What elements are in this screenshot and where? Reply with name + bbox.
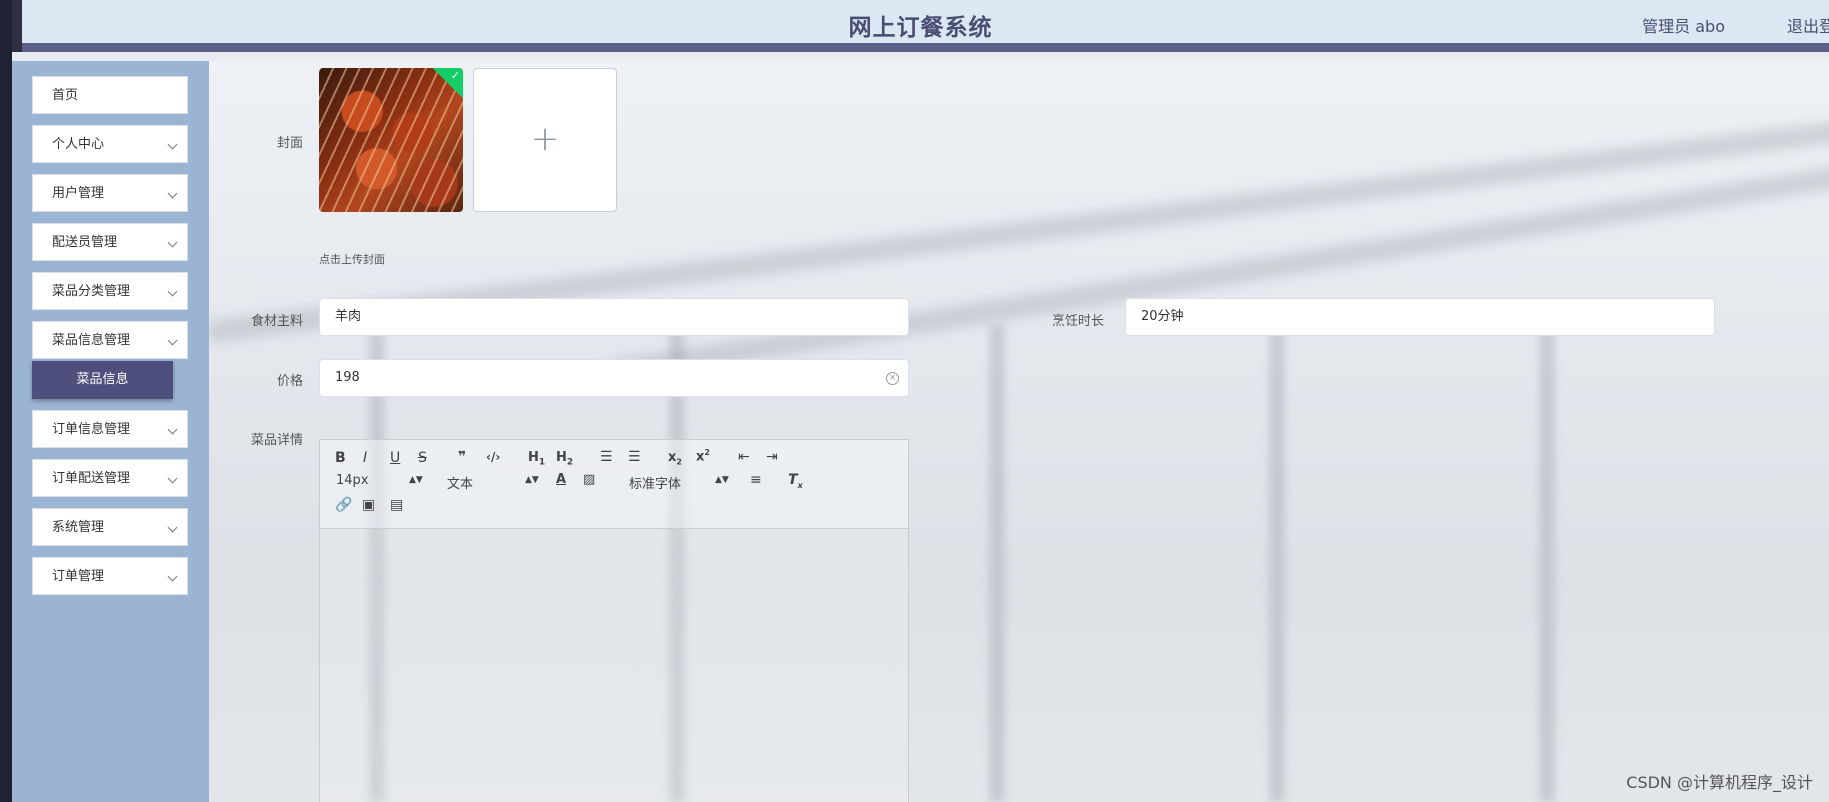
sidebar-item-dish-category-management[interactable]: 菜品分类管理 xyxy=(32,272,188,310)
sidebar-item-label: 订单配送管理 xyxy=(52,471,131,486)
sidebar-item-personal-center[interactable]: 个人中心 xyxy=(32,125,188,163)
video-icon[interactable]: ▤ xyxy=(390,497,403,513)
clear-format-icon[interactable]: Tx xyxy=(788,472,803,490)
sidebar-item-courier-management[interactable]: 配送员管理 xyxy=(32,223,188,261)
font-size-value: 14px xyxy=(336,473,369,488)
chevron-down-icon xyxy=(167,424,178,435)
ordered-list-icon[interactable]: ☰ xyxy=(600,449,613,465)
cover-image[interactable]: ✓ xyxy=(319,68,463,212)
sidebar-item-label: 订单信息管理 xyxy=(52,422,131,437)
sidebar-item-order-management[interactable]: 订单管理 xyxy=(32,557,188,595)
price-label: 价格 xyxy=(276,374,303,389)
link-icon[interactable]: 🔗 xyxy=(335,497,352,513)
left-edge-bar xyxy=(0,0,12,802)
font-family-value: 标准字体 xyxy=(629,477,682,492)
upload-cover-button[interactable]: + xyxy=(473,68,617,212)
chevron-down-icon xyxy=(167,188,178,199)
paragraph-select[interactable]: 文本 ▲▼ xyxy=(447,473,539,492)
heading2-icon[interactable]: H2 xyxy=(556,450,573,468)
sidebar: 首页 个人中心 用户管理 配送员管理 菜品分类管理 菜品信息管理 菜品信息 订单… xyxy=(12,61,209,802)
background-post xyxy=(1269,326,1285,802)
sidebar-item-home[interactable]: 首页 xyxy=(32,76,188,114)
sidebar-item-label: 系统管理 xyxy=(52,520,105,535)
sidebar-item-label: 首页 xyxy=(52,88,79,103)
select-arrow-icon: ▲▼ xyxy=(715,475,729,485)
select-arrow-icon: ▲▼ xyxy=(525,475,539,485)
image-icon[interactable]: ▣ xyxy=(362,497,375,513)
code-block-icon[interactable]: ‹/› xyxy=(486,450,500,464)
logout-link[interactable]: 退出登 xyxy=(1787,13,1829,37)
ingredient-input[interactable]: 羊肉 xyxy=(319,298,909,336)
sidebar-item-dish-info-management[interactable]: 菜品信息管理 xyxy=(32,321,188,359)
subscript-icon[interactable]: x2 xyxy=(668,450,682,467)
chevron-down-icon xyxy=(167,335,178,346)
chevron-down-icon xyxy=(167,522,178,533)
chevron-down-icon xyxy=(167,286,178,297)
superscript-icon[interactable]: x2 xyxy=(696,448,710,464)
background-post xyxy=(989,326,1005,802)
price-input-value: 198 xyxy=(335,370,360,385)
align-icon[interactable]: ≡ xyxy=(750,472,762,488)
cover-label: 封面 xyxy=(276,136,303,151)
background-post xyxy=(1539,326,1555,802)
rich-text-editor: B I U S ❞ ‹/› H1 H2 ☰ ☰ x2 x2 ⇤ ⇥ 14px ▲▼… xyxy=(319,439,909,802)
check-icon: ✓ xyxy=(450,69,460,82)
sidebar-item-order-info-management[interactable]: 订单信息管理 xyxy=(32,410,188,448)
chevron-down-icon xyxy=(167,473,178,484)
sidebar-item-label: 订单管理 xyxy=(52,569,105,584)
underline-icon[interactable]: U xyxy=(390,450,400,466)
font-family-select[interactable]: 标准字体 ▲▼ xyxy=(629,473,729,492)
current-user: 管理员 abo xyxy=(1642,17,1725,36)
font-color-icon[interactable]: A xyxy=(556,472,566,487)
paragraph-value: 文本 xyxy=(447,477,474,492)
price-input[interactable]: 198 × xyxy=(319,359,909,397)
submenu-item-dish-info[interactable]: 菜品信息 xyxy=(32,361,173,399)
font-size-select[interactable]: 14px ▲▼ xyxy=(336,473,423,488)
ingredient-label: 食材主料 xyxy=(250,314,303,329)
upload-hint: 点击上传封面 xyxy=(319,253,385,266)
sidebar-item-label: 菜品信息管理 xyxy=(52,333,131,348)
watermark: CSDN @计算机程序_设计 xyxy=(1626,773,1813,792)
chevron-down-icon xyxy=(167,237,178,248)
sidebar-item-label: 配送员管理 xyxy=(52,235,118,250)
clear-icon[interactable]: × xyxy=(886,372,899,385)
sidebar-item-label: 个人中心 xyxy=(52,137,105,152)
bullet-list-icon[interactable]: ☰ xyxy=(628,449,641,465)
cook-time-input[interactable]: 20分钟 xyxy=(1125,298,1715,336)
chevron-down-icon xyxy=(167,139,178,150)
top-header: 网上订餐系统 管理员 abo 退出登 xyxy=(12,0,1829,52)
sidebar-item-order-delivery-management[interactable]: 订单配送管理 xyxy=(32,459,188,497)
blockquote-icon[interactable]: ❞ xyxy=(458,449,466,465)
main-content: 封面 ✓ + 点击上传封面 食材主料 羊肉 烹饪时长 20分钟 价格 198 ×… xyxy=(209,61,1829,802)
bold-icon[interactable]: B xyxy=(335,450,346,466)
sidebar-item-system-management[interactable]: 系统管理 xyxy=(32,508,188,546)
chevron-down-icon xyxy=(167,571,178,582)
select-arrow-icon: ▲▼ xyxy=(409,475,423,485)
italic-icon[interactable]: I xyxy=(363,450,367,466)
editor-toolbar: B I U S ❞ ‹/› H1 H2 ☰ ☰ x2 x2 ⇤ ⇥ 14px ▲▼… xyxy=(320,440,908,529)
heading1-icon[interactable]: H1 xyxy=(528,450,545,468)
cook-time-label: 烹饪时长 xyxy=(1051,314,1104,329)
strikethrough-icon[interactable]: S xyxy=(418,450,427,466)
sidebar-item-label: 用户管理 xyxy=(52,186,105,201)
indent-icon[interactable]: ⇥ xyxy=(766,449,778,465)
outdent-icon[interactable]: ⇤ xyxy=(738,449,750,465)
sidebar-item-user-management[interactable]: 用户管理 xyxy=(32,174,188,212)
background-color-icon[interactable]: ▨ xyxy=(583,472,595,487)
page-title: 网上订餐系统 xyxy=(848,15,993,41)
plus-icon: + xyxy=(530,119,560,159)
sidebar-item-label: 菜品分类管理 xyxy=(52,284,131,299)
detail-label: 菜品详情 xyxy=(250,433,303,448)
